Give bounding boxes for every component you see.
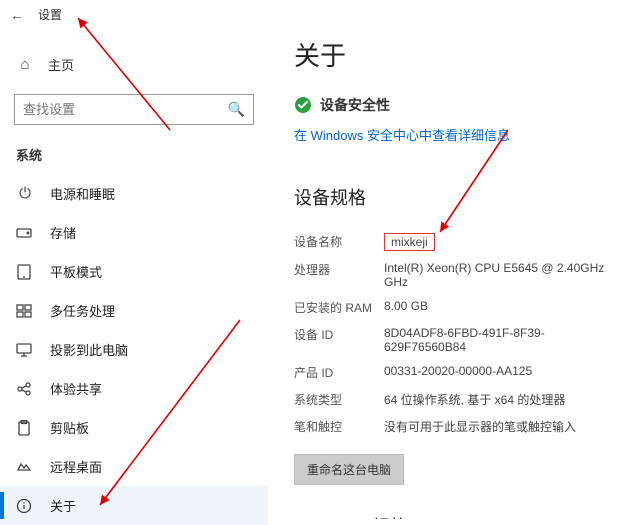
sidebar-item-label: 关于 — [50, 496, 76, 515]
search-icon: 🔍 — [228, 101, 245, 118]
windows-spec-heading: Windows 规格 — [294, 513, 620, 519]
info-icon — [16, 498, 34, 514]
spec-label: 设备名称 — [294, 233, 384, 251]
spec-row-ram: 已安装的 RAM 8.00 GB — [294, 294, 620, 321]
share-icon — [16, 381, 34, 397]
main-content: 关于 设备安全性 在 Windows 安全中心中查看详细信息 设备规格 设备名称… — [268, 0, 640, 519]
window-title: 设置 — [38, 6, 62, 23]
spec-row-devicename: 设备名称 mixkeji — [294, 228, 620, 256]
sidebar-item-clipboard[interactable]: 剪贴板 — [0, 408, 268, 447]
project-icon — [16, 342, 34, 358]
nav-list: ⏻ 电源和睡眠 存储 平板模式 多任务处理 — [0, 174, 268, 525]
spec-value: mixkeji — [384, 233, 620, 251]
back-icon[interactable]: ← — [10, 7, 24, 23]
sidebar-item-about[interactable]: 关于 — [0, 486, 268, 525]
home-nav-item[interactable]: ⌂ 主页 — [0, 45, 268, 84]
spec-label: 处理器 — [294, 261, 384, 289]
security-link[interactable]: 在 Windows 安全中心中查看详细信息 — [294, 125, 510, 144]
spec-row-pentouch: 笔和触控 没有可用于此显示器的笔或触控输入 — [294, 413, 620, 440]
spec-table: 设备名称 mixkeji 处理器 Intel(R) Xeon(R) CPU E5… — [294, 228, 620, 440]
home-icon: ⌂ — [16, 56, 34, 73]
sidebar-item-label: 体验共享 — [50, 379, 102, 398]
spec-value: 8D04ADF8-6FBD-491F-8F39-629F76560B84 — [384, 326, 620, 354]
search-input[interactable] — [23, 102, 228, 117]
sidebar-item-power[interactable]: ⏻ 电源和睡眠 — [0, 174, 268, 213]
sidebar-item-label: 投影到此电脑 — [50, 340, 128, 359]
device-name-highlight: mixkeji — [384, 233, 435, 251]
shield-ok-icon — [294, 96, 312, 114]
remote-icon — [16, 459, 34, 475]
spec-row-systype: 系统类型 64 位操作系统, 基于 x64 的处理器 — [294, 386, 620, 413]
sidebar-item-experience[interactable]: 体验共享 — [0, 369, 268, 408]
search-box[interactable]: 🔍 — [14, 94, 254, 125]
spec-label: 笔和触控 — [294, 418, 384, 435]
home-label: 主页 — [48, 55, 74, 74]
spec-value: Intel(R) Xeon(R) CPU E5645 @ 2.40GHz GHz — [384, 261, 620, 289]
spec-label: 系统类型 — [294, 391, 384, 408]
sidebar-item-label: 远程桌面 — [50, 457, 102, 476]
spec-value: 没有可用于此显示器的笔或触控输入 — [384, 418, 620, 435]
sidebar-item-tablet[interactable]: 平板模式 — [0, 252, 268, 291]
spec-row-cpu: 处理器 Intel(R) Xeon(R) CPU E5645 @ 2.40GHz… — [294, 256, 620, 294]
tablet-icon — [16, 264, 34, 280]
sidebar-item-label: 平板模式 — [50, 262, 102, 281]
sidebar-item-label: 多任务处理 — [50, 301, 115, 320]
security-label: 设备安全性 — [320, 95, 390, 115]
sidebar-item-label: 剪贴板 — [50, 418, 89, 437]
sidebar-item-label: 电源和睡眠 — [50, 184, 115, 203]
sidebar-item-storage[interactable]: 存储 — [0, 213, 268, 252]
sidebar-item-multitask[interactable]: 多任务处理 — [0, 291, 268, 330]
spec-value: 00331-20020-00000-AA125 — [384, 364, 620, 381]
rename-pc-button[interactable]: 重命名这台电脑 — [294, 454, 404, 485]
sidebar-item-remote[interactable]: 远程桌面 — [0, 447, 268, 486]
device-spec-heading: 设备规格 — [294, 184, 620, 210]
spec-row-deviceid: 设备 ID 8D04ADF8-6FBD-491F-8F39-629F76560B… — [294, 321, 620, 359]
clipboard-icon — [16, 420, 34, 436]
spec-row-productid: 产品 ID 00331-20020-00000-AA125 — [294, 359, 620, 386]
sidebar-item-project[interactable]: 投影到此电脑 — [0, 330, 268, 369]
power-icon: ⏻ — [16, 185, 34, 202]
multitask-icon — [16, 303, 34, 319]
spec-value: 8.00 GB — [384, 299, 620, 316]
section-title: 系统 — [0, 131, 268, 174]
spec-label: 设备 ID — [294, 326, 384, 354]
spec-label: 已安装的 RAM — [294, 299, 384, 316]
security-status: 设备安全性 — [294, 95, 620, 115]
spec-label: 产品 ID — [294, 364, 384, 381]
sidebar: ← 设置 ⌂ 主页 🔍 系统 ⏻ 电源和睡眠 存储 — [0, 0, 268, 519]
spec-value: 64 位操作系统, 基于 x64 的处理器 — [384, 391, 620, 408]
page-title: 关于 — [294, 36, 620, 73]
titlebar: ← 设置 — [0, 0, 268, 29]
sidebar-item-label: 存储 — [50, 223, 76, 242]
storage-icon — [16, 225, 34, 241]
